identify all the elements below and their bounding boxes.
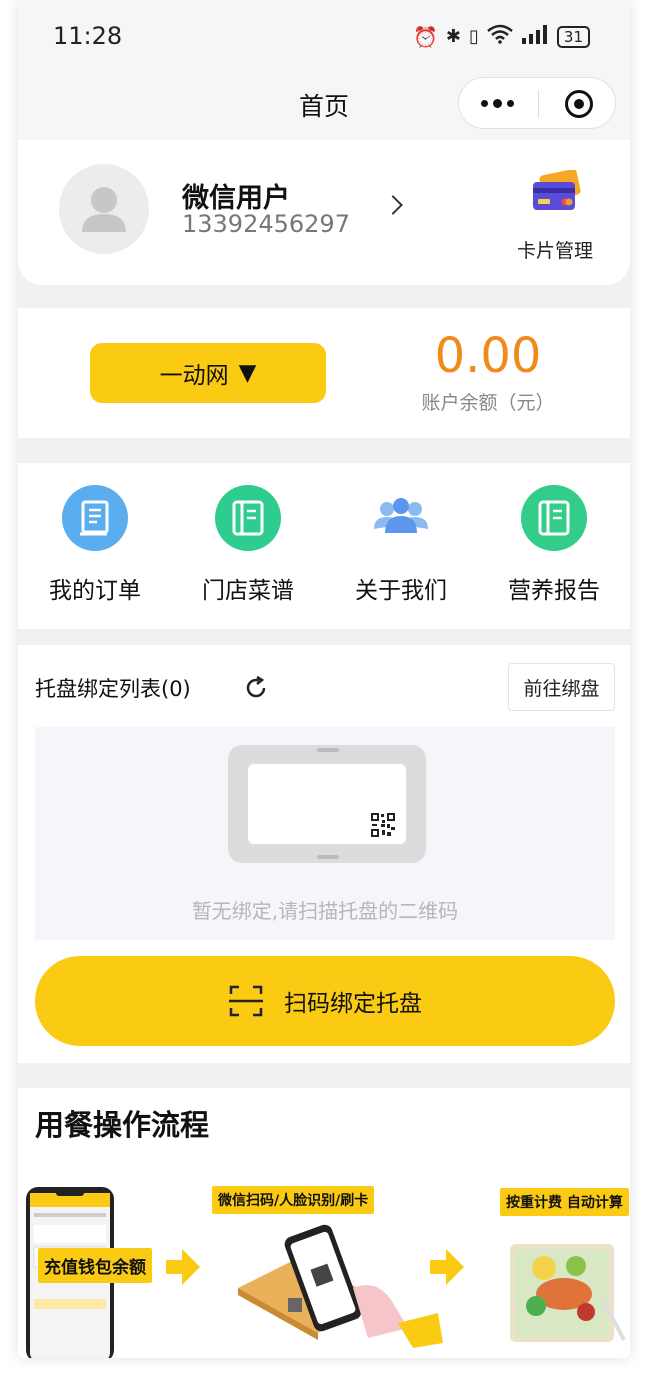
- menu-item-store-menu[interactable]: 门店菜谱: [173, 485, 323, 605]
- goto-bind-tray-button[interactable]: 前往绑盘: [508, 663, 615, 711]
- user-phone: 13392456297: [182, 210, 350, 238]
- phone-screen: 11:28 ⏰ ✱ ▯ 31 首页 微信用户 13392456297 卡片管理 …: [18, 0, 630, 1358]
- user-card: 微信用户 13392456297 卡片管理: [18, 140, 630, 285]
- vibrate-icon: ▯: [469, 26, 479, 47]
- tray-binding-section: 托盘绑定列表(0) 前往绑盘 暂无绑定,请扫描托盘的二维码 扫码绑定托盘: [18, 645, 630, 1063]
- bluetooth-icon: ✱: [445, 26, 461, 47]
- org-select-button[interactable]: 一动网 ▼: [90, 343, 326, 403]
- dropdown-triangle-icon: ▼: [238, 360, 257, 386]
- tray-list-title: 托盘绑定列表(0): [35, 677, 191, 701]
- menu-item-label: 营养报告: [508, 578, 600, 604]
- capsule-divider: [538, 90, 539, 118]
- balance-section: 一动网 ▼ 0.00 账户余额（元）: [18, 308, 630, 438]
- menu-book-icon: [215, 485, 281, 551]
- menu-item-label: 门店菜谱: [202, 578, 294, 604]
- people-group-icon: [368, 485, 434, 551]
- arrow-right-icon: [430, 1249, 464, 1285]
- flow-step-pay-tag: 微信扫码/人脸识别/刷卡: [212, 1186, 375, 1214]
- tray-slot: [317, 855, 339, 859]
- tray-empty-state: 暂无绑定,请扫描托盘的二维码: [35, 727, 615, 940]
- flow-step-weigh-tag: 按重计费 自动计算: [500, 1188, 629, 1216]
- chevron-right-icon[interactable]: [383, 195, 403, 215]
- credit-card-icon: [533, 170, 581, 210]
- food-plate-image: [510, 1244, 626, 1342]
- flow-banner[interactable]: 充值钱包余额 微信扫码/人脸识别/刷卡 按重计费 自动计算: [18, 1183, 630, 1358]
- battery-icon: 31: [556, 25, 590, 48]
- scan-payment-image: [238, 1224, 443, 1348]
- scan-frame-icon: [229, 985, 263, 1017]
- qr-code-icon: [370, 812, 396, 838]
- dot-icon: [493, 99, 502, 108]
- menu-item-orders[interactable]: 我的订单: [20, 485, 170, 605]
- close-miniprogram-button[interactable]: [565, 90, 593, 118]
- tray-empty-text: 暂无绑定,请扫描托盘的二维码: [191, 899, 459, 923]
- orders-book-icon: [62, 485, 128, 551]
- flow-title: 用餐操作流程: [35, 1108, 210, 1142]
- menu-item-about-us[interactable]: 关于我们: [326, 485, 476, 605]
- balance-amount: 0.00: [434, 328, 542, 384]
- menu-item-nutrition-report[interactable]: 营养报告: [479, 485, 629, 605]
- user-silhouette-icon: [82, 187, 126, 232]
- tray-slot: [317, 748, 339, 752]
- dot-icon: [507, 100, 514, 107]
- menu-item-label: 关于我们: [355, 578, 447, 604]
- menu-item-label: 我的订单: [49, 578, 141, 604]
- avatar[interactable]: [59, 164, 149, 254]
- org-label: 一动网: [159, 363, 229, 389]
- scan-bind-tray-button[interactable]: 扫码绑定托盘: [35, 956, 615, 1046]
- wifi-icon: [487, 24, 513, 49]
- refresh-icon[interactable]: [243, 675, 269, 701]
- quick-menu: 我的订单 门店菜谱 关于我们 营养报告: [18, 463, 630, 629]
- flow-step-recharge-tag: 充值钱包余额: [38, 1248, 152, 1283]
- alarm-icon: ⏰: [413, 24, 438, 49]
- more-menu-button[interactable]: [481, 99, 517, 108]
- balance-label: 账户余额（元）: [421, 392, 555, 414]
- report-book-icon: [521, 485, 587, 551]
- miniprogram-capsule: [458, 77, 616, 129]
- tray-screen: [248, 764, 406, 844]
- dining-flow-section: 用餐操作流程 充值钱包余额 微信扫码/人脸识别/刷卡 按重计费 自动计算: [18, 1088, 630, 1358]
- nav-bar: 首页: [18, 75, 630, 140]
- scan-button-label: 扫码绑定托盘: [284, 991, 422, 1017]
- signal-icon: [521, 24, 549, 49]
- status-icons: ⏰ ✱ ▯ 31: [413, 24, 590, 49]
- tray-illustration: [228, 745, 426, 863]
- status-time: 11:28: [53, 22, 123, 50]
- dot-icon: [481, 100, 488, 107]
- card-management-label: 卡片管理: [516, 240, 593, 262]
- arrow-right-icon: [166, 1249, 200, 1285]
- status-bar: 11:28 ⏰ ✱ ▯ 31: [18, 0, 630, 75]
